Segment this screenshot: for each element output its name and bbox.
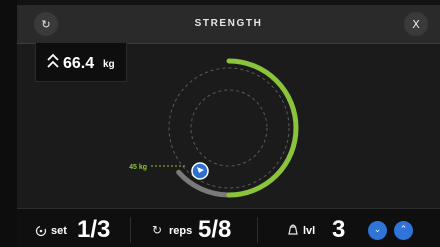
set-label: set xyxy=(51,225,67,237)
outer-guide-ring xyxy=(168,67,290,189)
sets-cycle-icon xyxy=(35,225,47,237)
reps-refresh-icon: ↻ xyxy=(152,223,163,237)
level-up-button[interactable]: ⌃ xyxy=(394,221,413,240)
set-value: 1/3 xyxy=(77,216,111,243)
chevron-up-icon: ⌃ xyxy=(399,225,408,235)
marker-label: 45 kg xyxy=(129,164,147,171)
reps-value: 5/8 xyxy=(198,216,232,243)
inner-guide-ring xyxy=(190,89,268,167)
strength-dial: 45 kg xyxy=(129,58,299,198)
weight-lvl-icon xyxy=(288,224,298,235)
footer-bar: set 1/3 ↻ reps 5/8 lvl 3 ⌄ ⌃ xyxy=(17,208,440,247)
footer-divider xyxy=(257,217,258,243)
device-bezel xyxy=(0,0,17,247)
level-value: 3 xyxy=(332,216,346,243)
strength-screen: ↻ STRENGTH X 66.4 kg 45 kg set 1/3 ↻ rep… xyxy=(17,5,440,247)
footer-divider xyxy=(130,217,131,243)
dial-handle[interactable] xyxy=(191,162,209,180)
chevron-down-icon: ⌄ xyxy=(373,225,382,235)
progress-arc xyxy=(226,58,299,198)
level-label: lvl xyxy=(303,225,316,237)
level-down-button[interactable]: ⌄ xyxy=(368,221,387,240)
reps-label: reps xyxy=(169,225,193,237)
